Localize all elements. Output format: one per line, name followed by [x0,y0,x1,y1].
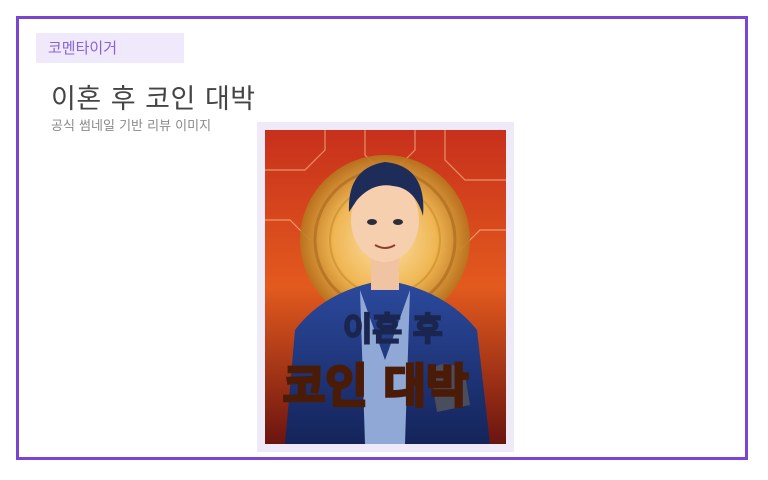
category-badge: 코멘타이거 [36,33,184,63]
review-card: 코멘타이거 이혼 후 코인 대박 공식 썸네일 기반 리뷰 이미지 이혼 후 코… [16,16,748,460]
page-subtitle: 공식 썸네일 기반 리뷰 이미지 [51,119,212,134]
cover-title-line2: 코인 대박 [283,359,468,413]
page-title: 이혼 후 코인 대박 [51,84,256,115]
webtoon-cover-image: 이혼 후 코인 대박 [265,130,506,444]
cover-image-frame: 이혼 후 코인 대박 [257,122,514,452]
cover-title-line1: 이혼 후 [343,310,442,348]
